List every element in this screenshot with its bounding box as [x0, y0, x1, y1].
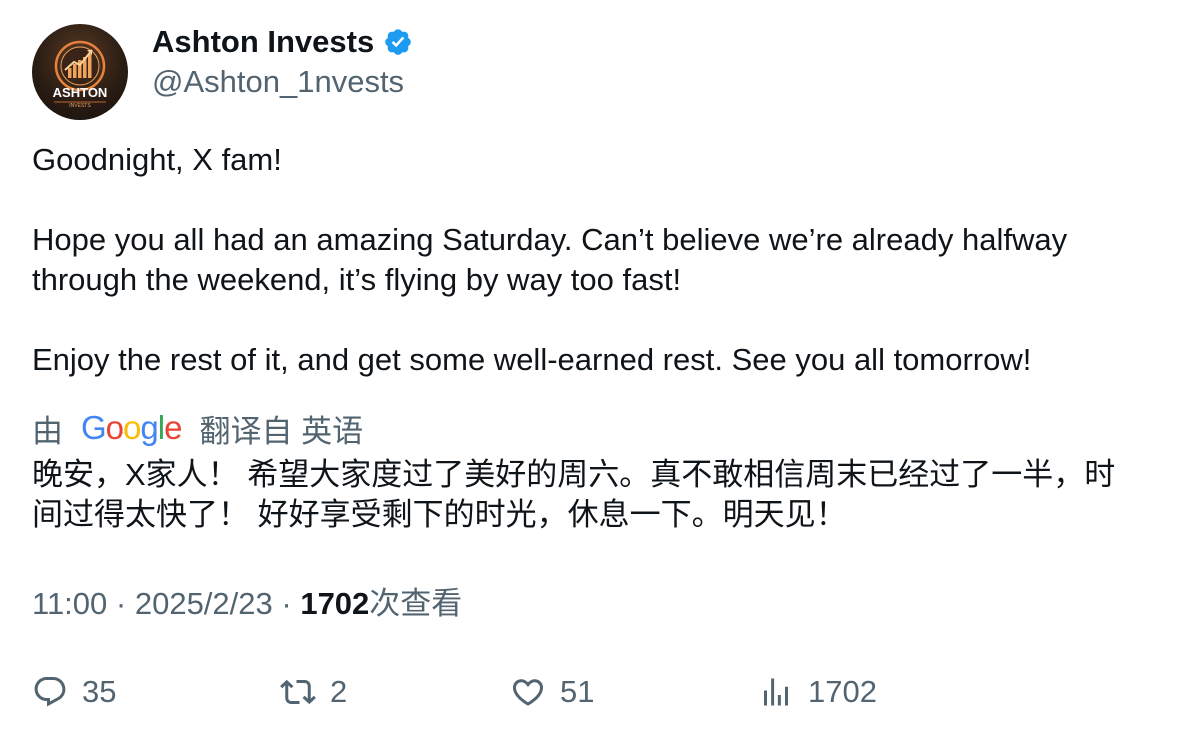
svg-text:INVESTS: INVESTS [69, 103, 91, 109]
verified-badge-icon[interactable] [383, 27, 413, 57]
tweet-text: Goodnight, X fam! Hope you all had an am… [32, 140, 1162, 380]
meta-separator: · [107, 586, 135, 621]
retweet-count: 2 [330, 674, 348, 709]
heart-icon [512, 679, 544, 706]
translated-text: 晚安，X家人！ 希望大家度过了美好的周六。真不敢相信周末已经过了一半，时 间过得… [32, 455, 1167, 535]
tweet-line: Goodnight, X fam! [32, 142, 282, 177]
like-button[interactable]: 51 [510, 670, 594, 714]
retweet-icon [280, 679, 316, 705]
translated-line: 晚安，X家人！ 希望大家度过了美好的周六。真不敢相信周末已经过了一半，时 [32, 457, 1116, 492]
reply-button[interactable]: 35 [32, 670, 116, 714]
meta-separator: · [272, 586, 301, 621]
tweet-line: through the weekend, it’s flying by way … [32, 262, 682, 297]
author-name-row: Ashton Invests [152, 22, 413, 62]
author-display-name[interactable]: Ashton Invests [152, 22, 374, 62]
google-logo-icon[interactable]: Google [81, 409, 182, 447]
views-count: 1702 [300, 586, 370, 621]
tweet-line: Enjoy the rest of it, and get some well-… [32, 342, 1032, 377]
reply-count: 35 [82, 674, 117, 709]
tweet-line: Hope you all had an amazing Saturday. Ca… [32, 222, 1068, 257]
translation-suffix: 翻译自 英语 [199, 413, 364, 449]
author-handle[interactable]: @Ashton_1nvests [152, 62, 404, 102]
translated-line: 间过得太快了！ 好好享受剩下的时光，休息一下。明天见！ [32, 497, 847, 532]
translation-attribution: 由 Google 翻译自 英语 [32, 406, 363, 450]
views-button[interactable]: 1702 [758, 670, 877, 714]
svg-text:ASHTON: ASHTON [53, 85, 108, 100]
avatar[interactable]: ASHTON INVESTS [32, 24, 128, 120]
bar-chart-growth-logo-icon: ASHTON INVESTS [53, 40, 108, 109]
views-action-count: 1702 [808, 674, 877, 709]
tweet-time[interactable]: 11:00 [32, 586, 107, 621]
tweet-date[interactable]: 2025/2/23 [135, 586, 273, 621]
reply-icon [34, 677, 66, 707]
retweet-button[interactable]: 2 [280, 670, 347, 714]
like-count: 51 [560, 674, 595, 709]
tweet-meta: 11:00 · 2025/2/23 · 1702次查看 [32, 584, 462, 624]
views-label: 次查看 [369, 586, 463, 621]
views-bar-chart-icon [764, 678, 788, 706]
translation-prefix: 由 [32, 413, 63, 449]
